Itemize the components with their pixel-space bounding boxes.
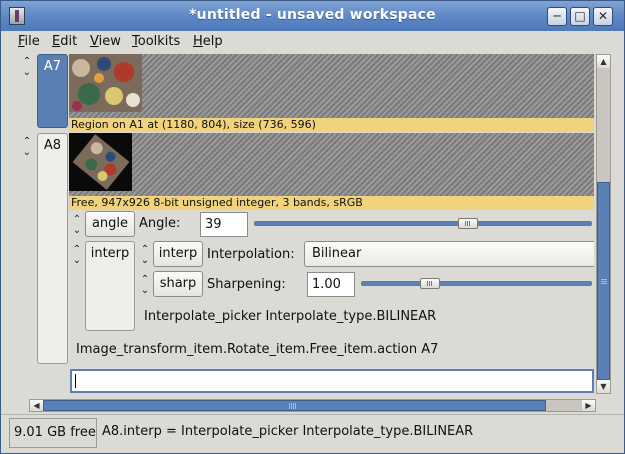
- command-input[interactable]: [70, 369, 594, 393]
- sharpening-slider-track[interactable]: [361, 281, 592, 286]
- sharp-button[interactable]: sharp: [153, 271, 203, 297]
- scroll-up-icon[interactable]: ▲: [597, 55, 610, 68]
- sharpening-slider-thumb[interactable]: [420, 278, 441, 289]
- a8-caption: Free, 947x926 8-bit unsigned integer, 3 …: [69, 196, 594, 210]
- close-button[interactable]: ✕: [593, 7, 613, 26]
- expand-interp-icon[interactable]: ⌃ ⌄: [70, 244, 84, 266]
- expand-interp-param-icon[interactable]: ⌃ ⌄: [138, 244, 152, 266]
- scroll-down-icon[interactable]: ▼: [597, 380, 610, 393]
- minimize-button[interactable]: ─: [547, 7, 567, 26]
- expand-angle-icon[interactable]: ⌃ ⌄: [70, 214, 84, 236]
- scroll-left-icon[interactable]: ◀: [30, 400, 43, 411]
- free-space-indicator: 9.01 GB free: [9, 418, 97, 448]
- a8-image-view[interactable]: [69, 133, 594, 196]
- angle-label: Angle:: [139, 216, 181, 231]
- sharpening-label: Sharpening:: [207, 277, 286, 292]
- angle-slider-track[interactable]: [254, 221, 592, 226]
- angle-button[interactable]: angle: [85, 211, 135, 237]
- scroll-right-icon[interactable]: ▶: [582, 400, 595, 411]
- a8-description: Image_transform_item.Rotate_item.Free_it…: [76, 342, 439, 357]
- interp-tab[interactable]: interp: [85, 241, 135, 331]
- a8-thumbnail[interactable]: [69, 133, 132, 191]
- menu-edit[interactable]: Edit: [52, 34, 77, 49]
- angle-entry[interactable]: 39: [200, 212, 248, 237]
- maximize-button[interactable]: □: [570, 7, 590, 26]
- vertical-scrollbar[interactable]: ▲ ▼: [596, 54, 611, 394]
- workspace-window: *untitled - unsaved workspace ─ □ ✕ File…: [0, 0, 625, 454]
- grip-icon: [289, 403, 296, 409]
- row-tab-a8[interactable]: A8: [37, 133, 68, 364]
- expand-a7-icon[interactable]: ⌃ ⌄: [20, 56, 34, 78]
- expand-sharp-icon[interactable]: ⌃ ⌄: [138, 274, 152, 296]
- interpolation-label: Interpolation:: [207, 247, 295, 262]
- menu-toolkits[interactable]: Toolkits: [132, 34, 180, 49]
- expand-a8-icon[interactable]: ⌃ ⌄: [20, 136, 34, 158]
- vertical-scroll-thumb[interactable]: [597, 182, 610, 380]
- title-bar[interactable]: *untitled - unsaved workspace ─ □ ✕: [1, 1, 624, 31]
- row-tab-label: A7: [43, 59, 62, 74]
- angle-slider-thumb[interactable]: [457, 218, 478, 229]
- row-tab-label: A8: [43, 138, 62, 153]
- a7-thumbnail-image: [69, 54, 142, 112]
- a8-thumbnail-image: [69, 133, 132, 191]
- a7-thumbnail[interactable]: [69, 54, 142, 112]
- menu-bar: File Edit View Toolkits Help: [1, 31, 624, 53]
- row-tab-a7[interactable]: A7: [37, 54, 68, 128]
- interp-tab-label: interp: [90, 246, 130, 261]
- a7-image-view[interactable]: [69, 54, 594, 118]
- menu-help[interactable]: Help: [193, 34, 223, 49]
- sharpening-entry[interactable]: 1.00: [307, 272, 355, 297]
- interp-button[interactable]: interp: [153, 241, 203, 267]
- menu-view[interactable]: View: [90, 34, 121, 49]
- interpolation-select[interactable]: Bilinear: [304, 241, 594, 267]
- interp-description: Interpolate_picker Interpolate_type.BILI…: [144, 309, 437, 324]
- window-title: *untitled - unsaved workspace: [189, 7, 436, 23]
- grip-icon: [601, 278, 607, 284]
- horizontal-scrollbar[interactable]: ◀ ▶: [29, 399, 596, 412]
- menu-file[interactable]: File: [18, 34, 40, 49]
- a7-caption: Region on A1 at (1180, 804), size (736, …: [69, 118, 594, 132]
- text-cursor: [75, 374, 76, 388]
- status-message: A8.interp = Interpolate_picker Interpola…: [102, 424, 474, 439]
- status-bar: 9.01 GB free A8.interp = Interpolate_pic…: [1, 414, 624, 453]
- horizontal-scroll-thumb[interactable]: [43, 400, 546, 411]
